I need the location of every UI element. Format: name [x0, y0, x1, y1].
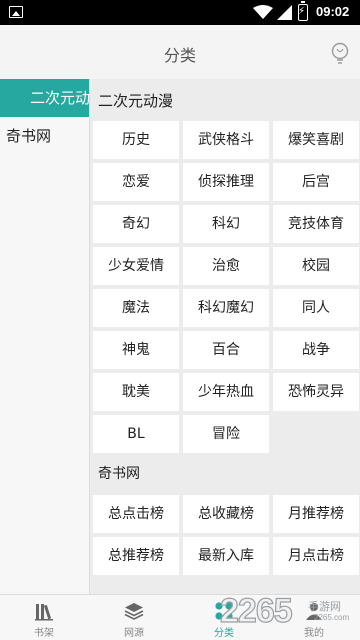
- page-title: 分类: [163, 46, 196, 65]
- sidebar-item-anime[interactable]: 二次元动漫: [0, 79, 89, 117]
- tag-item[interactable]: 科幻魔幻: [183, 289, 269, 327]
- wifi-icon: [253, 5, 273, 19]
- tag-item[interactable]: 少年热血: [183, 373, 269, 411]
- tag-item[interactable]: 校园: [273, 247, 359, 285]
- tag-grid-qishuwang: 总点击榜 总收藏榜 月推荐榜 总推荐榜 最新入库 月点击榜: [90, 495, 360, 575]
- app-bar: 分类: [0, 25, 360, 79]
- section-title-anime: 二次元动漫: [98, 92, 174, 110]
- site-watermark-logo: 2265 手游网 2265.com: [210, 590, 360, 640]
- watermark-sub-text: 手游网: [308, 600, 341, 613]
- watermark-logo-text: 2265: [219, 591, 293, 630]
- tag-item[interactable]: 百合: [183, 331, 269, 369]
- books-icon: [35, 604, 53, 621]
- category-content[interactable]: 二次元动漫 历史 武侠格斗 爆笑喜剧 恋爱 侦探推理 后宫 奇幻 科幻 竞技体育…: [90, 79, 360, 594]
- tag-grid-anime: 历史 武侠格斗 爆笑喜剧 恋爱 侦探推理 后宫 奇幻 科幻 竞技体育 少女爱情 …: [90, 121, 360, 453]
- ranking-item[interactable]: 总点击榜: [93, 495, 179, 533]
- layers-icon: [124, 603, 144, 620]
- tag-item[interactable]: 后宫: [273, 163, 359, 201]
- tag-item[interactable]: 恐怖灵异: [273, 373, 359, 411]
- status-bar: 09:02: [0, 0, 360, 25]
- tag-item[interactable]: 少女爱情: [93, 247, 179, 285]
- sidebar-item-qishuwang[interactable]: 奇书网: [0, 117, 89, 155]
- ranking-item[interactable]: 月点击榜: [273, 537, 359, 575]
- tag-item[interactable]: 奇幻: [93, 205, 179, 243]
- tag-item[interactable]: 侦探推理: [183, 163, 269, 201]
- category-sidebar: 二次元动漫 奇书网: [0, 79, 90, 594]
- nav-label: 网源: [124, 628, 144, 639]
- tag-item[interactable]: 竞技体育: [273, 205, 359, 243]
- ranking-item[interactable]: 最新入库: [183, 537, 269, 575]
- tag-item[interactable]: 耽美: [93, 373, 179, 411]
- ranking-item[interactable]: 总推荐榜: [93, 537, 179, 575]
- nav-label: 书架: [34, 628, 54, 639]
- ranking-item[interactable]: 月推荐榜: [273, 495, 359, 533]
- tag-item[interactable]: 历史: [93, 121, 179, 159]
- nav-item-bookshelf[interactable]: 书架: [8, 595, 80, 640]
- tag-item[interactable]: 战争: [273, 331, 359, 369]
- signal-icon: [277, 5, 292, 20]
- tag-item[interactable]: 冒险: [183, 415, 269, 453]
- tag-item[interactable]: 科幻: [183, 205, 269, 243]
- tag-item[interactable]: 神鬼: [93, 331, 179, 369]
- ranking-item[interactable]: 总收藏榜: [183, 495, 269, 533]
- tag-item[interactable]: 恋爱: [93, 163, 179, 201]
- lightbulb-icon[interactable]: [330, 42, 350, 64]
- tag-item[interactable]: 同人: [273, 289, 359, 327]
- nav-item-sources[interactable]: 网源: [98, 595, 170, 640]
- tag-item[interactable]: 爆笑喜剧: [273, 121, 359, 159]
- tag-item[interactable]: 武侠格斗: [183, 121, 269, 159]
- tag-item[interactable]: 治愈: [183, 247, 269, 285]
- image-notification-icon: [9, 6, 23, 18]
- watermark-domain-text: 2265.com: [314, 613, 350, 622]
- tag-item[interactable]: 魔法: [93, 289, 179, 327]
- battery-charging-icon: [298, 1, 308, 21]
- clock: 09:02: [316, 4, 350, 19]
- tag-item[interactable]: BL: [93, 415, 179, 453]
- section-title-qishuwang: 奇书网: [98, 466, 140, 482]
